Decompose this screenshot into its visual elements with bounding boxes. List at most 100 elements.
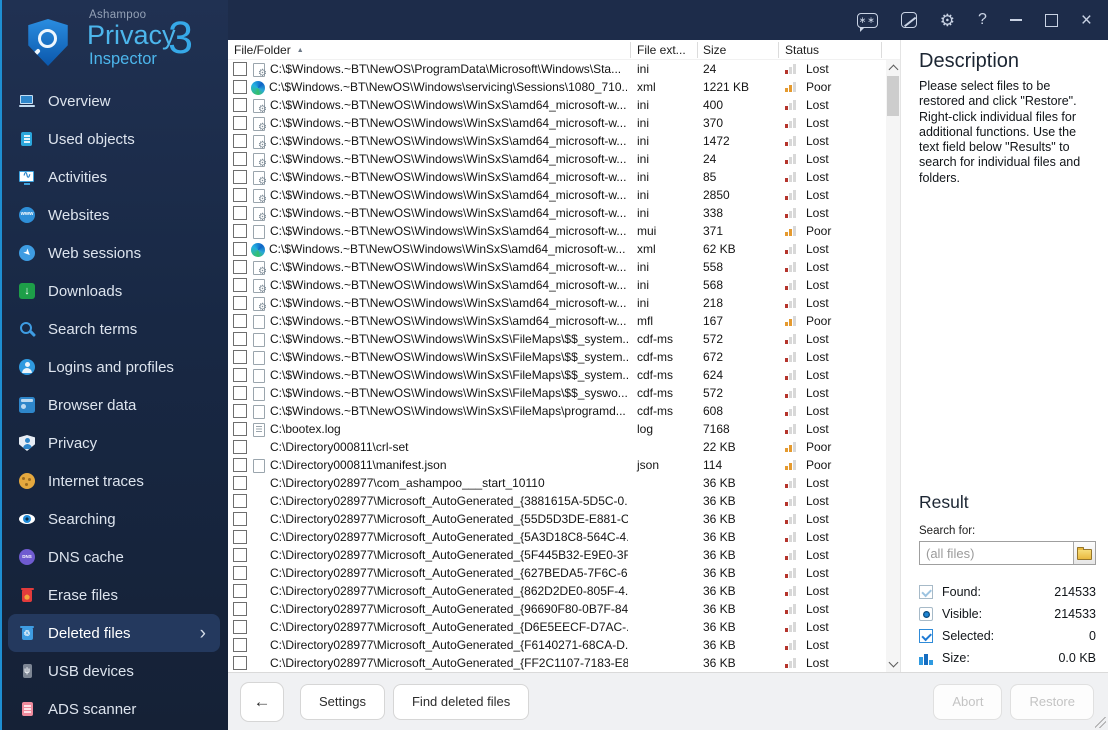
notes-edit-icon[interactable] (900, 12, 917, 28)
table-row[interactable]: C:\$Windows.~BT\NewOS\Windows\WinSxS\amd… (228, 312, 886, 330)
row-checkbox[interactable] (233, 152, 247, 166)
row-checkbox[interactable] (233, 530, 247, 544)
sidebar-item[interactable]: Browser data (8, 386, 220, 424)
table-row[interactable]: C:\$Windows.~BT\NewOS\Windows\WinSxS\amd… (228, 276, 886, 295)
row-checkbox[interactable] (233, 350, 247, 364)
table-row[interactable]: C:\$Windows.~BT\NewOS\ProgramData\Micros… (228, 60, 886, 79)
column-header-file[interactable]: File/Folder ▲ (234, 43, 304, 57)
table-row[interactable]: C:\Directory028977\Microsoft_AutoGenerat… (228, 510, 886, 528)
column-header-ext[interactable]: File ext... (637, 43, 686, 57)
sidebar-item[interactable]: ∿ Activities (8, 158, 220, 196)
table-row[interactable]: C:\$Windows.~BT\NewOS\Windows\WinSxS\amd… (228, 168, 886, 187)
row-checkbox[interactable] (233, 656, 247, 670)
table-row[interactable]: C:\Directory028977\Microsoft_AutoGenerat… (228, 564, 886, 582)
row-checkbox[interactable] (233, 602, 247, 616)
table-row[interactable]: C:\$Windows.~BT\NewOS\Windows\WinSxS\Fil… (228, 384, 886, 402)
table-row[interactable]: C:\$Windows.~BT\NewOS\Windows\WinSxS\amd… (228, 240, 886, 258)
row-checkbox[interactable] (233, 206, 247, 220)
table-row[interactable]: C:\$Windows.~BT\NewOS\Windows\WinSxS\Fil… (228, 366, 886, 384)
table-row[interactable]: C:\Directory028977\Microsoft_AutoGenerat… (228, 582, 886, 600)
gear-icon[interactable]: ⚙ (940, 12, 955, 29)
table-row[interactable]: C:\$Windows.~BT\NewOS\Windows\WinSxS\amd… (228, 222, 886, 240)
row-checkbox[interactable] (233, 98, 247, 112)
help-icon[interactable]: ? (978, 11, 987, 29)
row-checkbox[interactable] (233, 440, 247, 454)
sidebar-item[interactable]: Search terms (8, 310, 220, 348)
row-checkbox[interactable] (233, 134, 247, 148)
table-row[interactable]: C:\$Windows.~BT\NewOS\Windows\WinSxS\amd… (228, 96, 886, 115)
sidebar-item[interactable]: DNS DNS cache (8, 538, 220, 576)
row-checkbox[interactable] (233, 170, 247, 184)
scroll-down-icon[interactable] (888, 657, 899, 668)
row-checkbox[interactable] (233, 566, 247, 580)
row-checkbox[interactable] (233, 116, 247, 130)
row-checkbox[interactable] (233, 476, 247, 490)
sidebar-item[interactable]: Erase files (8, 576, 220, 614)
table-row[interactable]: C:\Directory000811\manifest.json json 11… (228, 456, 886, 474)
sidebar-item[interactable]: Searching (8, 500, 220, 538)
column-header-size[interactable]: Size (703, 43, 726, 57)
sidebar-item[interactable]: Internet traces (8, 462, 220, 500)
restore-button[interactable]: Restore (1010, 683, 1094, 720)
minimize-button[interactable] (1009, 19, 1022, 21)
sidebar-item[interactable]: ➤ Web sessions (8, 234, 220, 272)
table-row[interactable]: C:\Directory028977\Microsoft_AutoGenerat… (228, 546, 886, 564)
sidebar-item[interactable]: www Websites (8, 196, 220, 234)
find-deleted-files-button[interactable]: Find deleted files (392, 683, 530, 720)
table-row[interactable]: C:\Directory028977\com_ashampoo___start_… (228, 474, 886, 492)
table-row[interactable]: C:\$Windows.~BT\NewOS\Windows\WinSxS\amd… (228, 186, 886, 205)
table-row[interactable]: C:\$Windows.~BT\NewOS\Windows\WinSxS\Fil… (228, 402, 886, 420)
vertical-scrollbar[interactable] (886, 60, 900, 672)
table-row[interactable]: C:\$Windows.~BT\NewOS\Windows\WinSxS\amd… (228, 114, 886, 133)
row-checkbox[interactable] (233, 80, 247, 94)
abort-button[interactable]: Abort (933, 683, 1003, 720)
table-row[interactable]: C:\Directory028977\Microsoft_AutoGenerat… (228, 492, 886, 510)
row-checkbox[interactable] (233, 62, 247, 76)
row-checkbox[interactable] (233, 332, 247, 346)
table-row[interactable]: C:\Directory028977\Microsoft_AutoGenerat… (228, 654, 886, 672)
table-row[interactable]: C:\Directory028977\Microsoft_AutoGenerat… (228, 618, 886, 636)
table-row[interactable]: C:\$Windows.~BT\NewOS\Windows\WinSxS\Fil… (228, 330, 886, 348)
sidebar-item[interactable]: Overview (8, 82, 220, 120)
table-row[interactable]: C:\Directory028977\Microsoft_AutoGenerat… (228, 636, 886, 654)
table-row[interactable]: C:\$Windows.~BT\NewOS\Windows\WinSxS\Fil… (228, 348, 886, 366)
close-button[interactable]: × (1081, 11, 1092, 30)
sidebar-item[interactable]: ψ USB devices (8, 652, 220, 690)
row-checkbox[interactable] (233, 278, 247, 292)
row-checkbox[interactable] (233, 296, 247, 310)
resize-grip-icon[interactable] (1095, 717, 1106, 728)
scroll-up-icon[interactable] (888, 64, 899, 75)
row-checkbox[interactable] (233, 584, 247, 598)
table-row[interactable]: C:\$Windows.~BT\NewOS\Windows\WinSxS\amd… (228, 132, 886, 151)
column-header-status[interactable]: Status (785, 43, 819, 57)
row-checkbox[interactable] (233, 458, 247, 472)
sidebar-item[interactable]: Logins and profiles (8, 348, 220, 386)
sidebar-item[interactable]: ↓ Downloads (8, 272, 220, 310)
table-row[interactable]: C:\$Windows.~BT\NewOS\Windows\WinSxS\amd… (228, 204, 886, 223)
table-row[interactable]: C:\Directory000811\crl-set 22 KB Poor (228, 438, 886, 456)
feedback-icon[interactable]: ∗∗ (856, 12, 878, 32)
row-checkbox[interactable] (233, 314, 247, 328)
table-row[interactable]: C:\$Windows.~BT\NewOS\Windows\WinSxS\amd… (228, 294, 886, 313)
settings-button[interactable]: Settings (300, 683, 385, 720)
row-checkbox[interactable] (233, 368, 247, 382)
table-row[interactable]: C:\$Windows.~BT\NewOS\Windows\WinSxS\amd… (228, 150, 886, 169)
row-checkbox[interactable] (233, 188, 247, 202)
row-checkbox[interactable] (233, 260, 247, 274)
row-checkbox[interactable] (233, 404, 247, 418)
row-checkbox[interactable] (233, 638, 247, 652)
table-row[interactable]: C:\Directory028977\Microsoft_AutoGenerat… (228, 600, 886, 618)
sidebar-item[interactable]: Used objects (8, 120, 220, 158)
row-checkbox[interactable] (233, 620, 247, 634)
sidebar-item[interactable]: ♲ Deleted files › (8, 614, 220, 652)
row-checkbox[interactable] (233, 224, 247, 238)
row-checkbox[interactable] (233, 386, 247, 400)
scrollbar-thumb[interactable] (887, 76, 899, 116)
row-checkbox[interactable] (233, 548, 247, 562)
search-input[interactable] (920, 542, 1073, 564)
table-row[interactable]: C:\Directory028977\Microsoft_AutoGenerat… (228, 528, 886, 546)
back-button[interactable]: ← (240, 681, 284, 722)
maximize-button[interactable] (1044, 13, 1058, 27)
table-row[interactable]: C:\bootex.log log 7168 Lost (228, 420, 886, 438)
row-checkbox[interactable] (233, 512, 247, 526)
